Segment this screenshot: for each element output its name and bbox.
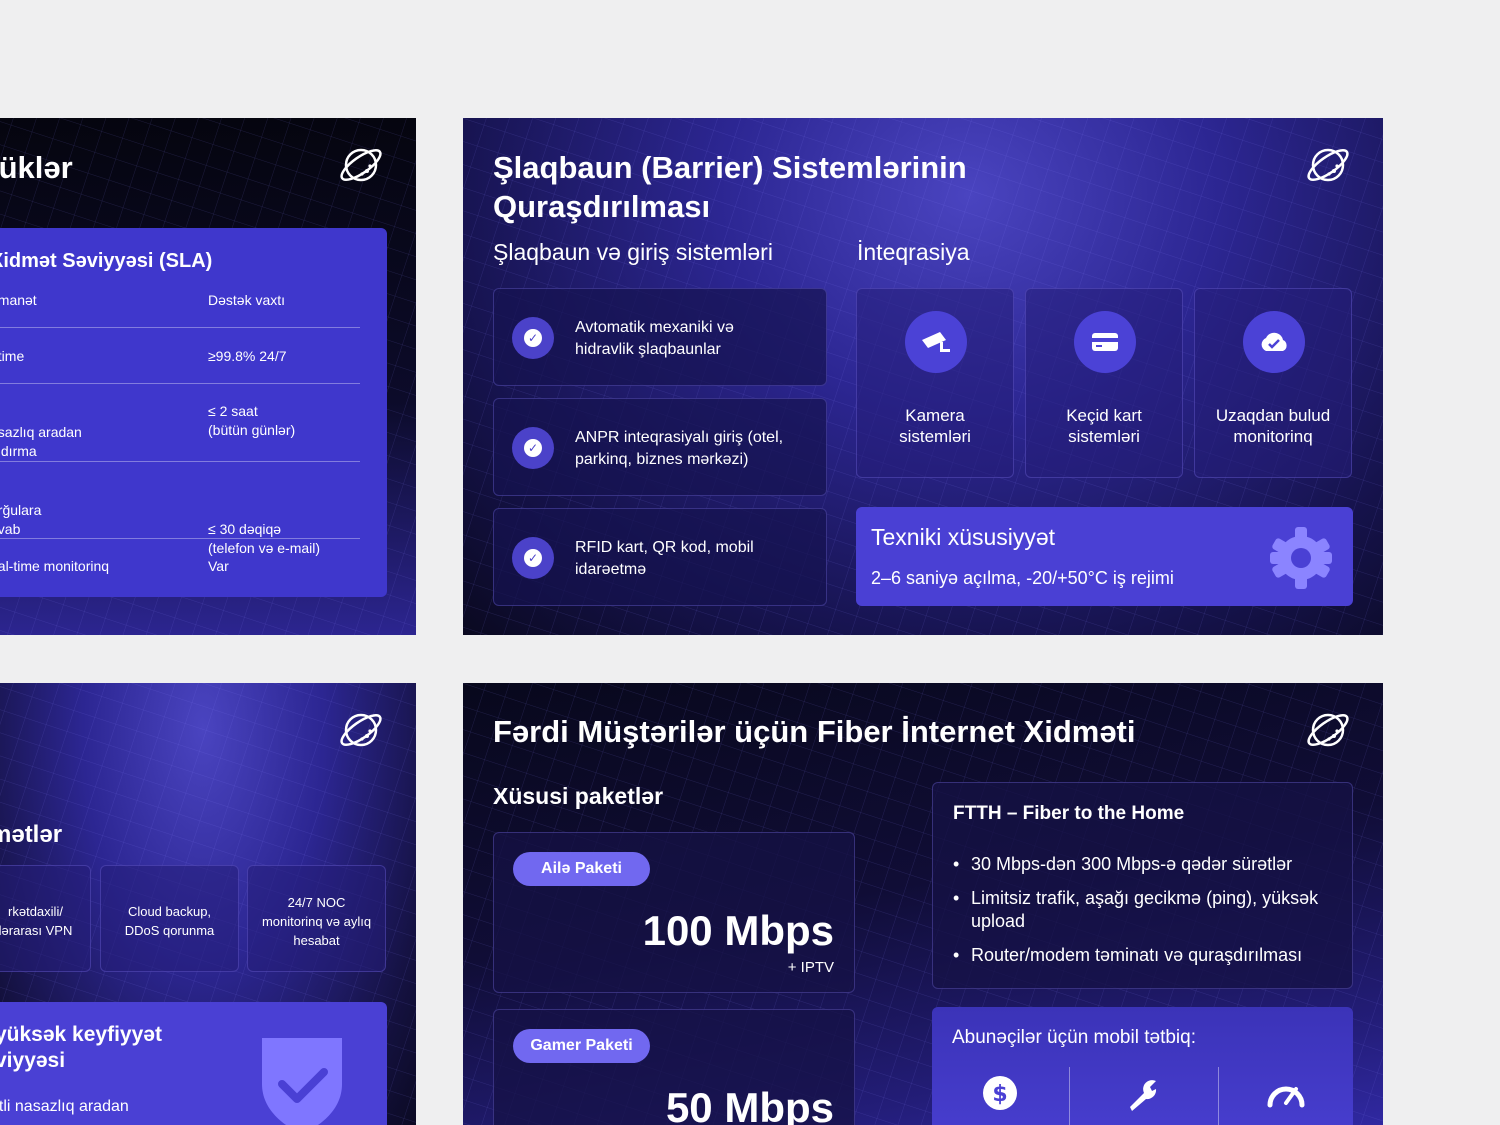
service-tile: Cloud backup, DDoS qorunma	[100, 865, 239, 972]
package-speed: 100 Mbps	[642, 907, 834, 954]
feature-text: ANPR inteqrasiyalı giriş (otel, parkinq,…	[575, 429, 784, 468]
card-icon	[1074, 311, 1136, 373]
sla-card: Xidmət Səviyyəsi (SLA) əmanət Dəstək vax…	[0, 228, 387, 597]
sla-cell: asazlıq aradan aldırma	[0, 424, 82, 459]
app-title: Abunəçilər üçün mobil tətbiq:	[952, 1027, 1196, 1048]
integration-tile: Uzaqdan bulud monitorinq	[1194, 288, 1352, 478]
integration-tile: Kamera sistemləri	[856, 288, 1014, 478]
sla-cell: ≥99.8% 24/7	[208, 348, 287, 364]
feature-item: ✓ ANPR inteqrasiyalı giriş (otel, parkin…	[493, 398, 827, 496]
gear-icon	[1270, 527, 1332, 589]
ftth-title: FTTH – Fiber to the Home	[953, 803, 1185, 824]
sla-cell: ≤ 2 saat (bütün günlər)	[208, 403, 296, 438]
service-text: rkətdaxili/ lərarası VPN	[0, 904, 73, 938]
sla-cell: eal-time monitorinq	[0, 558, 110, 574]
dollar-icon: $	[983, 1076, 1017, 1110]
divider	[1069, 1067, 1070, 1125]
feature-item: ✓ Avtomatik mexaniki və hidravlik şlaqba…	[493, 288, 827, 386]
slide-sla: lüklər Xidmət Səviyyəsi (SLA) əmanət Dəs…	[0, 118, 416, 635]
slide-title: Şlaqbaun (Barrier) Sistemlərinin Quraşdı…	[493, 150, 967, 224]
slide-title: mətlər	[0, 821, 63, 848]
package-card: Gamer Paketi 50 Mbps	[493, 1009, 855, 1125]
divider	[1218, 1067, 1219, 1125]
slide-fiber: Fərdi Müştərilər üçün Fiber İnternet Xid…	[463, 683, 1383, 1125]
sla-cell: ≤ 30 dəqiqə (telefon və e-mail)	[208, 521, 321, 556]
mobile-app-card: Abunəçilər üçün mobil tətbiq: $	[932, 1007, 1353, 1125]
svg-text:$: $	[992, 1082, 1007, 1107]
sla-cell: Var	[208, 558, 229, 574]
check-icon: ✓	[512, 317, 554, 359]
integration-label: Uzaqdan bulud monitorinq	[1215, 406, 1331, 446]
table-row: orğulara avab ≤ 30 dəqiqə (telefon və e-…	[0, 482, 360, 556]
globe-logo-icon	[1307, 148, 1349, 182]
quality-text: ətli nasazlıq aradan	[0, 1098, 129, 1115]
sla-cell: ptime	[0, 348, 25, 364]
check-icon: ✓	[512, 537, 554, 579]
list-item: Limitsiz trafik, aşağı gecikmə (ping), y…	[953, 887, 1343, 933]
shield-check-icon	[262, 1038, 342, 1125]
globe-logo-icon	[340, 148, 382, 182]
section-heading-barriers: Şlaqbaun və giriş sistemləri	[493, 239, 773, 265]
slide-title: Fərdi Müştərilər üçün Fiber İnternet Xid…	[493, 714, 1136, 749]
table-row: asazlıq aradan aldırma ≤ 2 saat (bütün g…	[0, 403, 360, 462]
slide-barrier: Şlaqbaun (Barrier) Sistemlərinin Quraşdı…	[463, 118, 1383, 635]
list-item: 30 Mbps-dən 300 Mbps-ə qədər sürətlər	[953, 853, 1343, 876]
spec-card: Texniki xüsusiyyət 2–6 saniyə açılma, -2…	[856, 507, 1353, 606]
sla-header-row: əmanət Dəstək vaxtı	[0, 292, 360, 328]
service-text: Cloud backup, DDoS qorunma	[124, 904, 215, 938]
ftth-card: FTTH – Fiber to the Home 30 Mbps-dən 300…	[932, 782, 1353, 989]
table-row: ptime ≥99.8% 24/7	[0, 348, 360, 384]
table-row: eal-time monitorinq Var	[0, 558, 360, 588]
spec-text: 2–6 saniyə açılma, -20/+50°C iş rejimi	[871, 568, 1174, 588]
cloud-check-icon	[1243, 311, 1305, 373]
wrench-icon	[1130, 1080, 1157, 1111]
package-name-badge: Ailə Paketi	[513, 852, 650, 886]
packages-heading: Xüsusi paketlər	[493, 783, 664, 809]
feature-text: Avtomatik mexaniki və hidravlik şlaqbaun…	[575, 319, 734, 358]
service-text: 24/7 NOC monitorinq və aylıq hesabat	[261, 895, 372, 948]
slide-title: lüklər	[0, 150, 73, 185]
section-heading-integration: İnteqrasiya	[857, 239, 970, 265]
sla-card-title: Xidmət Səviyyəsi (SLA)	[0, 250, 213, 272]
package-card: Ailə Paketi 100 Mbps + IPTV	[493, 832, 855, 993]
integration-tile: Keçid kart sistemləri	[1025, 288, 1183, 478]
sla-col-support: Dəstək vaxtı	[208, 292, 286, 308]
spec-title: Texniki xüsusiyyət	[871, 524, 1056, 550]
service-tile: 24/7 NOC monitorinq və aylıq hesabat	[247, 865, 386, 972]
check-icon: ✓	[512, 427, 554, 469]
list-item: Router/modem təminatı və quraşdırılması	[953, 944, 1343, 967]
feature-item: ✓ RFID kart, QR kod, mobil idarəetmə	[493, 508, 827, 606]
integration-label: Keçid kart sistemləri	[1066, 406, 1142, 446]
integration-label: Kamera sistemləri	[899, 406, 971, 446]
ftth-list: 30 Mbps-dən 300 Mbps-ə qədər sürətlər Li…	[953, 853, 1343, 978]
camera-icon	[905, 311, 967, 373]
package-speed: 50 Mbps	[665, 1084, 834, 1125]
feature-text: RFID kart, QR kod, mobil idarəetmə	[575, 539, 754, 578]
slide-services: mətlər rkətdaxili/ lərarası VPN Cloud ba…	[0, 683, 416, 1125]
globe-logo-icon	[1307, 713, 1349, 747]
sla-cell: orğulara avab	[0, 502, 42, 537]
package-name-badge: Gamer Paketi	[513, 1029, 650, 1063]
sla-col-guarantee: əmanət	[0, 292, 37, 308]
globe-logo-icon	[340, 713, 382, 747]
service-tile: rkətdaxili/ lərarası VPN	[0, 865, 91, 972]
quality-card: yüksək keyfiyyət viyyəsi ətli nasazlıq a…	[0, 1002, 387, 1125]
package-extra: + IPTV	[787, 959, 834, 976]
quality-title: yüksək keyfiyyət viyyəsi	[0, 1023, 162, 1072]
speedometer-icon	[1267, 1086, 1305, 1108]
